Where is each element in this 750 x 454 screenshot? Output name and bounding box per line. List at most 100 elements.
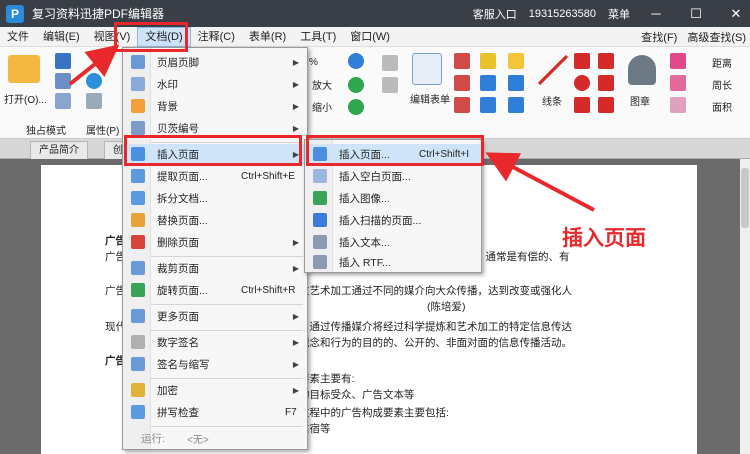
menu-item-encrypt[interactable]: 加密 ▶ xyxy=(123,380,307,400)
cloud-icon[interactable] xyxy=(86,73,102,89)
menu-edit[interactable]: 编辑(E) xyxy=(36,27,87,47)
edit-form-label[interactable]: 编辑表单 xyxy=(410,91,450,106)
area-tool[interactable]: 面积 xyxy=(712,99,732,114)
insert-image-icon xyxy=(313,191,327,205)
menu-tools[interactable]: 工具(T) xyxy=(293,27,343,47)
open-button-label[interactable]: 打开(O)... xyxy=(4,91,47,106)
menu-item-more-pages[interactable]: 更多页面 ▶ xyxy=(123,306,307,326)
save-icon[interactable] xyxy=(55,53,71,69)
service-entry-link[interactable]: 客服入口 xyxy=(473,6,517,22)
menu-item-watermark[interactable]: 水印 ▶ xyxy=(123,74,307,94)
properties-button[interactable]: 属性(P) xyxy=(86,122,119,137)
attach-icon[interactable] xyxy=(508,75,524,91)
highlight-box-insert-page xyxy=(124,135,302,166)
textbox-yellow-icon[interactable] xyxy=(480,75,496,91)
perimeter-tool[interactable]: 周长 xyxy=(712,77,732,92)
highlight-box-document-menu xyxy=(114,22,188,52)
doc-line: 过艺术加工通过不同的媒介向大众传播，达到改变或强化人 xyxy=(299,285,572,297)
arrow-shape-icon[interactable] xyxy=(574,53,590,69)
pen-icon[interactable] xyxy=(670,53,686,69)
line-tool-label[interactable]: 线条 xyxy=(542,93,562,108)
rotate-ccw-icon[interactable] xyxy=(348,99,364,115)
replace-pages-icon xyxy=(131,213,145,227)
edit-form-icon[interactable] xyxy=(412,53,442,85)
stamp-icon[interactable] xyxy=(628,55,656,85)
note-icon[interactable] xyxy=(508,53,524,69)
polygon-shape-icon[interactable] xyxy=(598,53,614,69)
find-button[interactable]: 查找(F) xyxy=(641,29,677,45)
doc-line: 过程中的广告构成要素主要包括: xyxy=(299,407,449,419)
open-folder-icon[interactable] xyxy=(8,55,40,83)
submenu-item-insert-rtf[interactable]: 插入 RTF... xyxy=(305,252,481,272)
menu-comment[interactable]: 注释(C) xyxy=(191,27,242,47)
zoom-in-label[interactable]: 放大 xyxy=(312,77,332,92)
submenu-arrow-icon: ▶ xyxy=(292,337,299,347)
page-icon[interactable] xyxy=(55,93,71,109)
more-pages-icon xyxy=(131,309,145,323)
highlight-icon[interactable] xyxy=(670,97,686,113)
line-tool-icon[interactable] xyxy=(538,55,568,85)
menu-item-extract-pages[interactable]: 提取页面... Ctrl+Shift+E xyxy=(123,166,307,186)
menu-item-spell-check[interactable]: 拼写检查 F7 xyxy=(123,402,307,422)
doc-line: 观念和行为的目的的、公开的、非面对面的信息传播活动。 xyxy=(299,337,572,349)
pentagon-shape-icon[interactable] xyxy=(598,75,614,91)
callout-icon[interactable] xyxy=(480,97,496,113)
header-footer-icon xyxy=(131,55,145,69)
sound-icon[interactable] xyxy=(508,97,524,113)
menu-item-split-document[interactable]: 拆分文档... xyxy=(123,188,307,208)
zoom-plus-icon[interactable] xyxy=(348,53,364,69)
delete-pages-icon xyxy=(131,235,145,249)
page-settings-icon[interactable] xyxy=(86,93,102,109)
scanner-icon xyxy=(313,213,327,227)
minimize-icon[interactable]: ─ xyxy=(642,6,670,21)
crop-icon[interactable] xyxy=(454,97,470,113)
exclusive-mode[interactable]: 独占模式 xyxy=(26,122,66,137)
menu-item-run[interactable]: 运行: <无> xyxy=(123,428,307,448)
doc-line: ，通过传播媒介将经过科学提炼和艺术加工的特定信息传达 xyxy=(299,321,572,333)
submenu-arrow-icon: ▶ xyxy=(292,79,299,89)
user-account[interactable]: 19315263580 xyxy=(529,8,596,20)
scrollbar-thumb[interactable] xyxy=(741,168,749,228)
menu-file[interactable]: 文件 xyxy=(0,27,36,47)
cloud-shape-icon[interactable] xyxy=(598,97,614,113)
rect-shape-icon[interactable] xyxy=(574,97,590,113)
spell-check-icon xyxy=(131,405,145,419)
crop-pages-icon xyxy=(131,261,145,275)
form-field-icon[interactable] xyxy=(382,55,398,71)
print-icon[interactable] xyxy=(55,73,71,89)
tab-product-intro[interactable]: 产品简介 xyxy=(30,141,88,159)
eraser-icon[interactable] xyxy=(670,75,686,91)
typewriter-icon[interactable] xyxy=(480,53,496,69)
stamp-label[interactable]: 图章 xyxy=(630,93,650,108)
menu-separator xyxy=(151,256,303,257)
menu-item-background[interactable]: 背景 ▶ xyxy=(123,96,307,116)
submenu-item-insert-text[interactable]: 插入文本... xyxy=(305,232,481,252)
text-field-icon[interactable] xyxy=(454,53,470,69)
watermark-icon xyxy=(131,77,145,91)
menu-item-delete-pages[interactable]: 删除页面 ▶ xyxy=(123,232,307,252)
main-menu-button[interactable]: 菜单 xyxy=(608,6,630,22)
menu-item-rotate-pages[interactable]: 旋转页面... Ctrl+Shift+R xyxy=(123,280,307,300)
text-box-icon[interactable] xyxy=(454,75,470,91)
doc-line: ，通常是有偿的、有 xyxy=(475,251,570,263)
ellipse-shape-icon[interactable] xyxy=(574,75,590,91)
zoom-out-label[interactable]: 缩小 xyxy=(312,99,332,114)
menu-window[interactable]: 窗口(W) xyxy=(343,27,397,47)
menu-form[interactable]: 表单(R) xyxy=(242,27,293,47)
submenu-item-insert-blank[interactable]: 插入空白页面... xyxy=(305,166,481,186)
menu-item-sign-initials[interactable]: 签名与缩写 ▶ xyxy=(123,354,307,374)
form-checkbox-icon[interactable] xyxy=(382,77,398,93)
distance-tool[interactable]: 距离 xyxy=(712,55,732,70)
submenu-arrow-icon: ▶ xyxy=(292,237,299,247)
menu-item-digital-signature[interactable]: 数字签名 ▶ xyxy=(123,332,307,352)
menu-item-header-footer[interactable]: 页眉页脚 ▶ xyxy=(123,52,307,72)
close-icon[interactable]: ✕ xyxy=(722,6,750,22)
advanced-find-button[interactable]: 高级查找(S) xyxy=(687,29,746,45)
menu-item-replace-pages[interactable]: 替换页面... xyxy=(123,210,307,230)
menu-item-crop-pages[interactable]: 裁剪页面 ▶ xyxy=(123,258,307,278)
zoom-value[interactable]: % xyxy=(309,57,318,68)
rotate-cw-icon[interactable] xyxy=(348,77,364,93)
submenu-item-insert-scan[interactable]: 插入扫描的页面... xyxy=(305,210,481,230)
maximize-icon[interactable]: ☐ xyxy=(682,6,710,22)
submenu-item-insert-image[interactable]: 插入图像... xyxy=(305,188,481,208)
